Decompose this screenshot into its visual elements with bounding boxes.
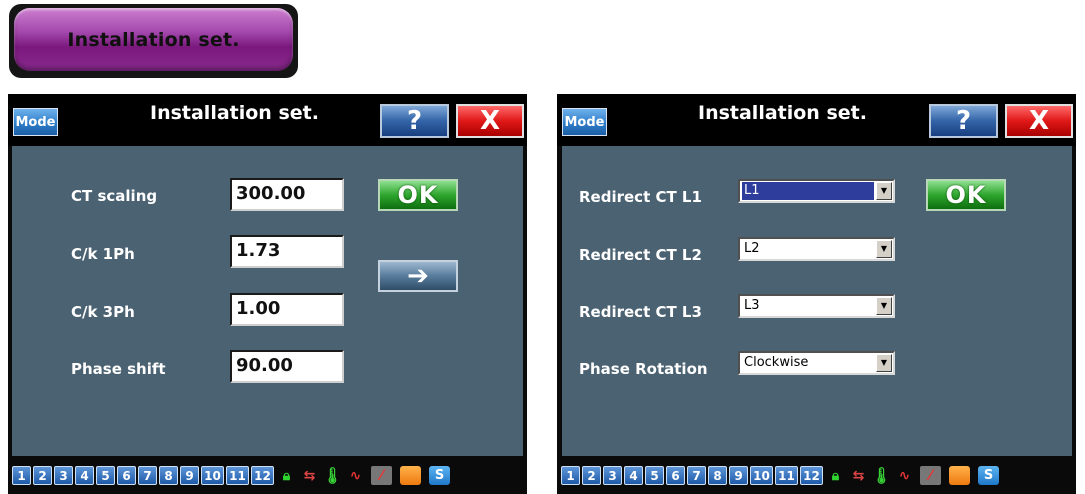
page-3-button[interactable]: 3 (54, 466, 73, 485)
ok-button[interactable]: OK (926, 179, 1006, 211)
page-tiles: 1 2 3 4 5 6 7 8 9 10 11 12 🔒︎ ⇆ 🌡︎ ∿ ⁄ S (561, 466, 999, 485)
right-content-area: Redirect CT L1 L1 ▼ Redirect CT L2 L2 ▼ … (562, 146, 1072, 456)
page-3-button[interactable]: 3 (603, 466, 622, 485)
right-titlebar: Mode Installation set. ? X (557, 94, 1076, 146)
ck-1ph-label: C/k 1Ph (71, 245, 135, 263)
redirect-ct-l1-value: L1 (742, 182, 874, 200)
swap-icon[interactable]: ⇆ (848, 466, 869, 485)
redirect-ct-l3-label: Redirect CT L3 (579, 303, 702, 321)
page-9-button[interactable]: 9 (180, 466, 199, 485)
lock-icon[interactable]: 🔒︎ (276, 466, 297, 485)
s-icon[interactable]: S (429, 466, 450, 485)
page-tiles: 1 2 3 4 5 6 7 8 9 10 11 12 🔒︎ ⇆ 🌡︎ ∿ ⁄ S (12, 466, 450, 485)
ck-3ph-label: C/k 3Ph (71, 303, 135, 321)
page-8-button[interactable]: 8 (159, 466, 178, 485)
redirect-ct-l2-label: Redirect CT L2 (579, 246, 702, 264)
page-6-button[interactable]: 6 (666, 466, 685, 485)
redirect-ct-l3-select[interactable]: L3 ▼ (738, 294, 895, 318)
redirect-ct-l1-select[interactable]: L1 ▼ (738, 179, 895, 203)
phase-shift-input[interactable]: 90.00 (230, 350, 344, 383)
ct-scaling-label: CT scaling (71, 187, 158, 205)
orange-square-icon[interactable] (400, 466, 421, 485)
ct-scaling-input[interactable]: 300.00 (230, 178, 344, 211)
left-content-area: CT scaling 300.00 C/k 1Ph 1.73 C/k 3Ph 1… (12, 146, 523, 456)
installation-set-header-button[interactable]: Installation set. (9, 4, 298, 78)
page-7-button[interactable]: 7 (138, 466, 157, 485)
installation-set-label: Installation set. (67, 28, 240, 51)
graph-icon[interactable]: ∿ (894, 466, 915, 485)
redirect-ct-l1-label: Redirect CT L1 (579, 188, 702, 206)
page-5-button[interactable]: 5 (645, 466, 664, 485)
page-6-button[interactable]: 6 (117, 466, 136, 485)
swap-icon[interactable]: ⇆ (299, 466, 320, 485)
redirect-ct-l2-select[interactable]: L2 ▼ (738, 237, 895, 261)
left-titlebar: Mode Installation set. ? X (8, 94, 527, 146)
page-12-button[interactable]: 12 (800, 466, 823, 485)
page-2-button[interactable]: 2 (582, 466, 601, 485)
ck-1ph-input[interactable]: 1.73 (230, 235, 344, 268)
graph-disabled-icon[interactable]: ⁄ (920, 466, 941, 485)
phase-shift-label: Phase shift (71, 360, 166, 378)
page-8-button[interactable]: 8 (708, 466, 727, 485)
page-11-button[interactable]: 11 (226, 466, 249, 485)
graph-icon[interactable]: ∿ (345, 466, 366, 485)
redirect-ct-l3-value: L3 (744, 298, 760, 313)
ck-3ph-input[interactable]: 1.00 (230, 293, 344, 326)
bottom-toolbar: 1 2 3 4 5 6 7 8 9 10 11 12 🔒︎ ⇆ 🌡︎ ∿ ⁄ S (8, 456, 527, 494)
chevron-down-icon[interactable]: ▼ (876, 240, 892, 258)
orange-square-icon[interactable] (949, 466, 970, 485)
thermometer-icon[interactable]: 🌡︎ (871, 466, 892, 485)
chevron-down-icon[interactable]: ▼ (876, 354, 892, 372)
lock-icon[interactable]: 🔒︎ (825, 466, 846, 485)
close-button[interactable]: X (1005, 104, 1073, 138)
phase-rotation-label: Phase Rotation (579, 360, 708, 378)
phase-rotation-select[interactable]: Clockwise ▼ (738, 351, 895, 375)
mode-button[interactable]: Mode (13, 108, 58, 136)
graph-disabled-icon[interactable]: ⁄ (371, 466, 392, 485)
page-10-button[interactable]: 10 (201, 466, 224, 485)
chevron-down-icon[interactable]: ▼ (876, 182, 892, 200)
page-9-button[interactable]: 9 (729, 466, 748, 485)
close-button[interactable]: X (456, 104, 524, 138)
help-button[interactable]: ? (380, 104, 449, 138)
page-12-button[interactable]: 12 (251, 466, 274, 485)
page-1-button[interactable]: 1 (12, 466, 31, 485)
page-title: Installation set. (698, 102, 867, 124)
thermometer-icon[interactable]: 🌡︎ (322, 466, 343, 485)
left-device-panel: Mode Installation set. ? X CT scaling 30… (8, 94, 527, 494)
ok-button[interactable]: OK (378, 179, 458, 211)
page-1-button[interactable]: 1 (561, 466, 580, 485)
page-title: Installation set. (150, 102, 319, 124)
bottom-toolbar: 1 2 3 4 5 6 7 8 9 10 11 12 🔒︎ ⇆ 🌡︎ ∿ ⁄ S (557, 456, 1076, 494)
page-11-button[interactable]: 11 (775, 466, 798, 485)
mode-button[interactable]: Mode (562, 108, 607, 136)
redirect-ct-l2-value: L2 (744, 241, 760, 256)
installation-set-pill: Installation set. (14, 8, 293, 71)
page-4-button[interactable]: 4 (624, 466, 643, 485)
page-4-button[interactable]: 4 (75, 466, 94, 485)
phase-rotation-value: Clockwise (744, 355, 809, 370)
chevron-down-icon[interactable]: ▼ (876, 297, 892, 315)
page-5-button[interactable]: 5 (96, 466, 115, 485)
help-button[interactable]: ? (929, 104, 998, 138)
page-10-button[interactable]: 10 (750, 466, 773, 485)
s-icon[interactable]: S (978, 466, 999, 485)
next-arrow-button[interactable]: ➔ (378, 260, 458, 292)
page-7-button[interactable]: 7 (687, 466, 706, 485)
page-2-button[interactable]: 2 (33, 466, 52, 485)
right-device-panel: Mode Installation set. ? X Redirect CT L… (557, 94, 1076, 494)
